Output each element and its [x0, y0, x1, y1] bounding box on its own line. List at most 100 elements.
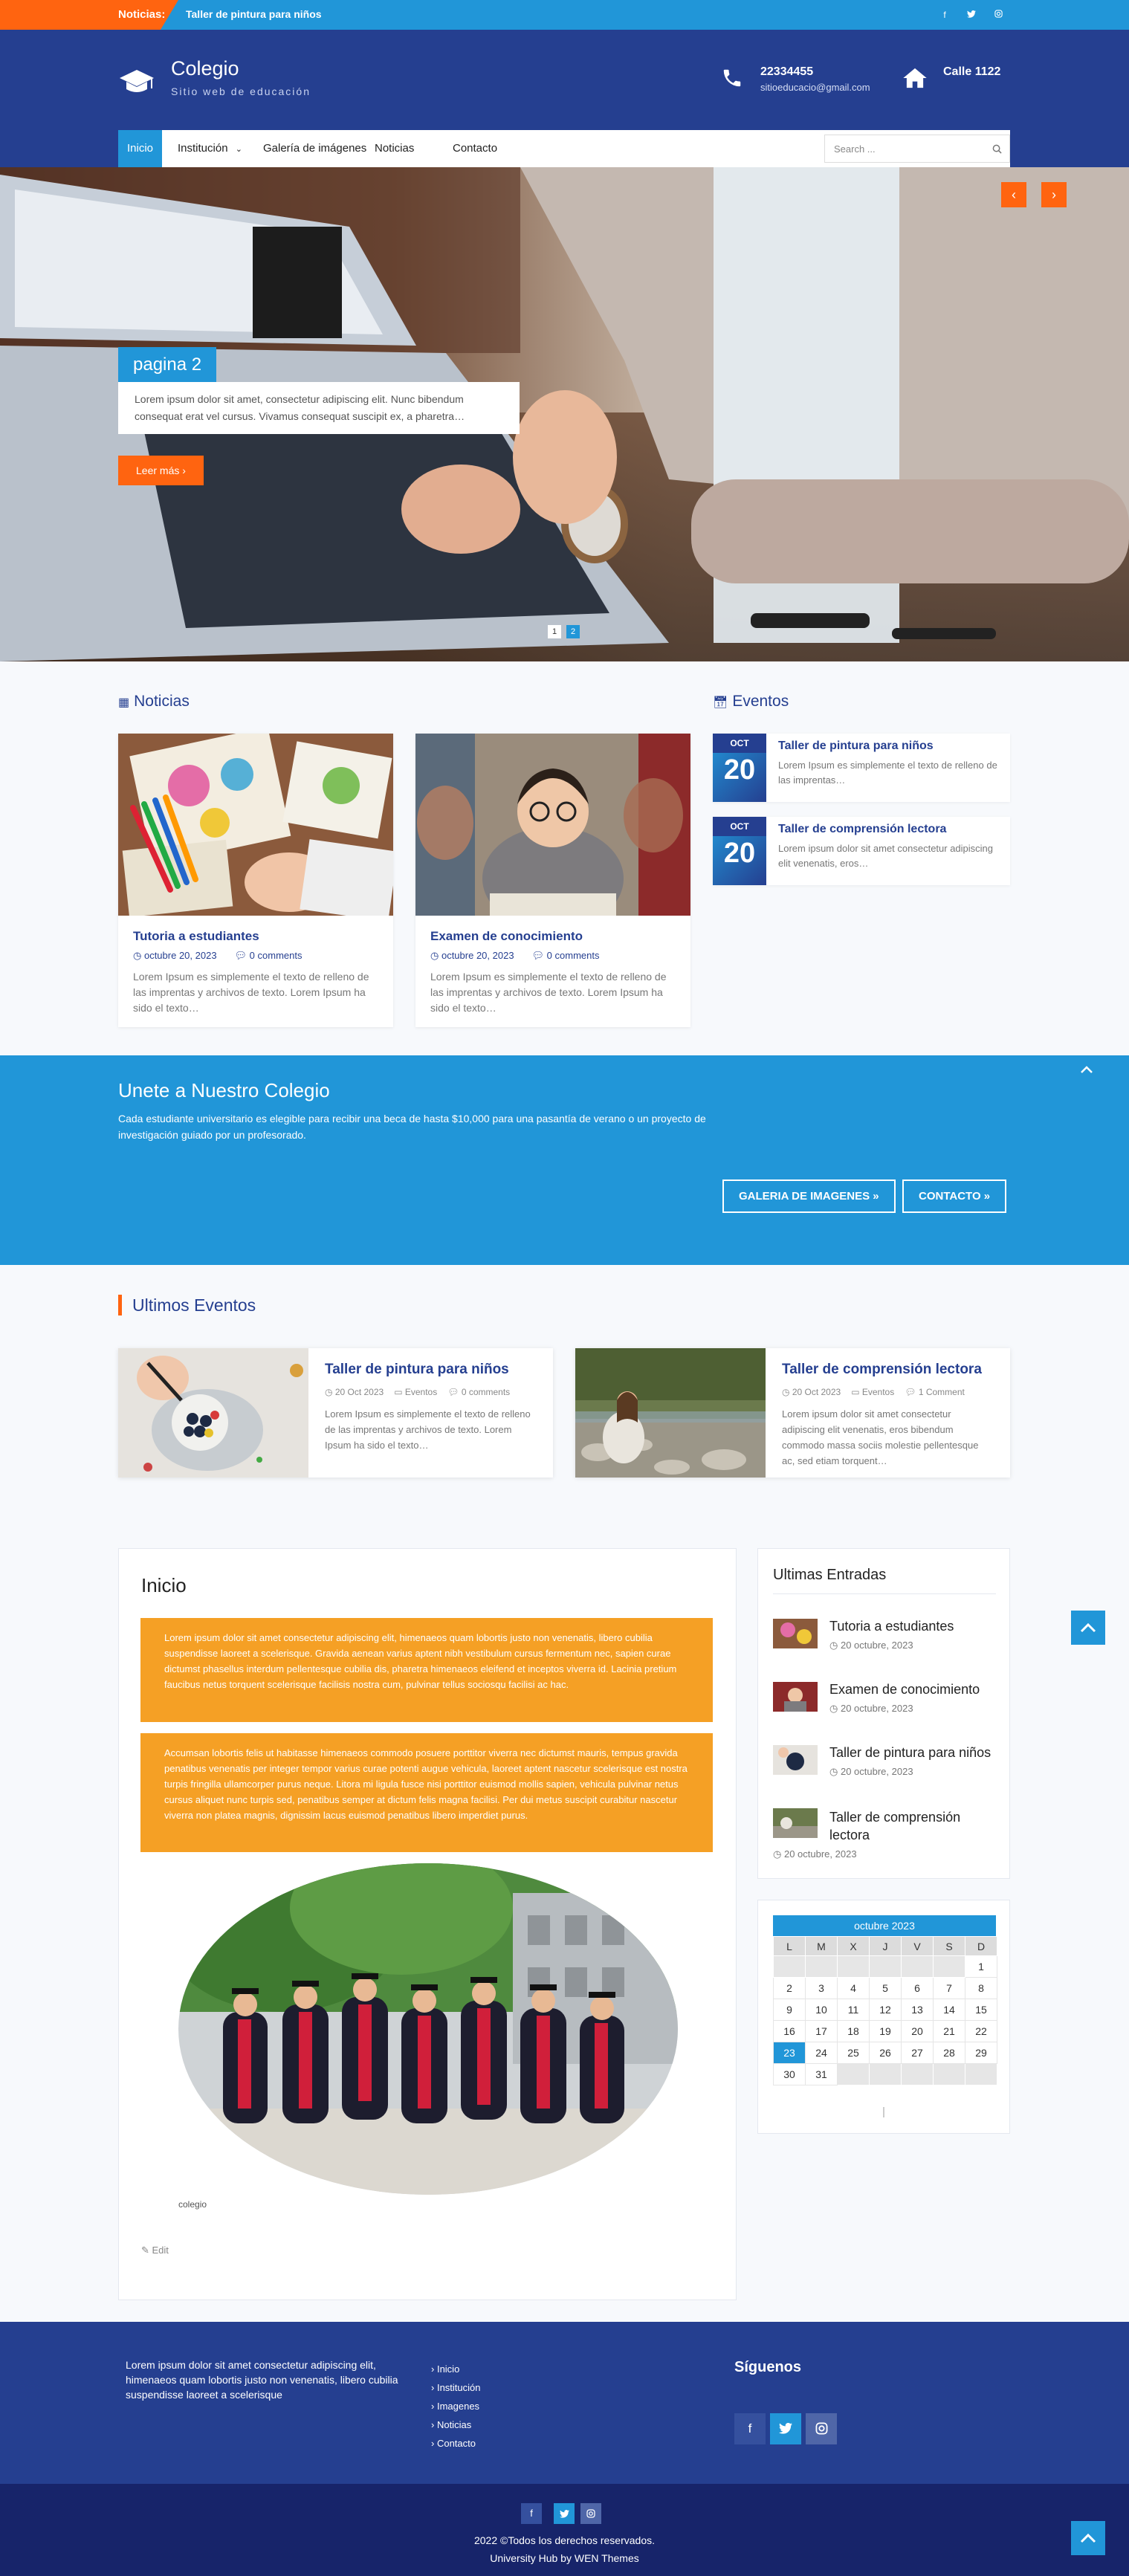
twitter-icon[interactable] — [770, 2413, 801, 2444]
calendar-day[interactable]: 15 — [965, 1999, 997, 2021]
edit-link[interactable]: ✎ Edit — [141, 2245, 169, 2256]
nav-item-institucion[interactable]: Institución ⌄ — [169, 130, 251, 167]
footer-link-noticias[interactable]: › Noticias — [431, 2419, 471, 2430]
event-title[interactable]: Taller de pintura para niños — [325, 1362, 509, 1378]
slider-next-button[interactable]: › — [1041, 182, 1067, 207]
nav-item-inicio[interactable]: Inicio — [118, 130, 163, 167]
calendar-day[interactable]: 24 — [805, 2042, 838, 2064]
event-title[interactable]: Taller de comprensión lectora — [778, 823, 946, 836]
news-date[interactable]: octubre 20, 2023 — [441, 950, 514, 961]
calendar-day[interactable]: 28 — [933, 2042, 965, 2064]
calendar-day[interactable]: 21 — [933, 2020, 965, 2042]
news-title[interactable]: Examen de conocimiento — [430, 929, 583, 943]
news-title[interactable]: Tutoria a estudiantes — [133, 929, 259, 943]
entry-title[interactable]: Taller de pintura para niños — [829, 1745, 991, 1761]
calendar-day[interactable]: 16 — [773, 2020, 806, 2042]
nav-item-contacto[interactable]: Contacto — [444, 130, 506, 167]
read-more-button[interactable]: Leer más › — [118, 456, 204, 485]
calendar-day[interactable]: 26 — [869, 2042, 902, 2064]
calendar-day[interactable]: 30 — [773, 2063, 806, 2085]
calendar-day[interactable]: 31 — [805, 2063, 838, 2085]
event-date[interactable]: 20 Oct 2023 — [792, 1387, 841, 1397]
calendar-day[interactable]: 12 — [869, 1999, 902, 2021]
footer-link-inicio[interactable]: › Inicio — [431, 2363, 459, 2375]
calendar-day[interactable]: 14 — [933, 1999, 965, 2021]
calendar-day[interactable]: 6 — [901, 1977, 934, 1999]
footer-link-imagenes[interactable]: › Imagenes — [431, 2401, 479, 2412]
entry-item[interactable]: Taller de pintura para niños ◷ 20 octubr… — [773, 1745, 991, 1777]
entry-item[interactable]: Taller de comprensión lectora — [773, 1808, 960, 1842]
event-item[interactable]: OCT 20 Taller de pintura para niños Lorem… — [713, 734, 1010, 802]
instagram-icon[interactable] — [580, 2503, 601, 2524]
calendar-day[interactable]: 5 — [869, 1977, 902, 1999]
email-address[interactable]: sitioeducacio@gmail.com — [760, 82, 870, 93]
news-card[interactable]: Tutoria a estudiantes ◷ octubre 20, 2023… — [118, 726, 398, 1027]
twitter-icon[interactable] — [963, 7, 980, 23]
calendar-day[interactable]: 29 — [965, 2042, 997, 2064]
footer-link-contacto[interactable]: › Contacto — [431, 2438, 476, 2449]
entry-item[interactable]: Tutoria a estudiantes ◷ 20 octubre, 2023 — [773, 1619, 954, 1651]
slider-dot-2[interactable]: 2 — [566, 625, 580, 638]
calendar-day[interactable]: 18 — [837, 2020, 870, 2042]
calendar-day[interactable]: 3 — [805, 1977, 838, 1999]
scroll-top-button[interactable] — [1071, 2521, 1105, 2555]
facebook-icon[interactable]: f — [734, 2413, 766, 2444]
graduation-cap-icon[interactable] — [118, 67, 155, 97]
calendar-day[interactable]: 13 — [901, 1999, 934, 2021]
calendar-day[interactable]: 9 — [773, 1999, 806, 2021]
slider-prev-button[interactable]: ‹ — [1001, 182, 1026, 207]
news-comments[interactable]: 0 comments — [250, 950, 303, 961]
instagram-icon[interactable] — [990, 7, 1006, 23]
entry-title[interactable]: Examen de conocimiento — [829, 1682, 980, 1698]
site-title[interactable]: Colegio — [171, 57, 239, 80]
footer-link-institucion[interactable]: › Institución — [431, 2382, 481, 2393]
news-comments[interactable]: 0 comments — [547, 950, 600, 961]
event-title[interactable]: Taller de comprensión lectora — [782, 1362, 982, 1378]
news-card[interactable]: Examen de conocimiento ◷ octubre 20, 202… — [415, 734, 690, 1027]
entry-title[interactable]: Taller de comprensión lectora — [829, 1808, 1000, 1844]
gallery-button[interactable]: GALERIA DE IMAGENES » — [722, 1179, 896, 1213]
calendar-day[interactable]: 10 — [805, 1999, 838, 2021]
entry-title[interactable]: Tutoria a estudiantes — [829, 1619, 954, 1634]
event-category[interactable]: Eventos — [862, 1387, 894, 1397]
twitter-icon[interactable] — [554, 2503, 575, 2524]
calendar-day[interactable]: 11 — [837, 1999, 870, 2021]
calendar-day[interactable]: 4 — [837, 1977, 870, 1999]
phone-number[interactable]: 22334455 — [760, 65, 813, 79]
calendar-day[interactable]: 1 — [965, 1955, 997, 1978]
calendar-day[interactable]: 2 — [773, 1977, 806, 1999]
calendar-day[interactable]: 7 — [933, 1977, 965, 1999]
calendar-day[interactable]: 17 — [805, 2020, 838, 2042]
nav-item-noticias[interactable]: Noticias — [366, 130, 423, 167]
latest-event-card[interactable]: Taller de comprensión lectora ◷ 20 Oct 2… — [575, 1348, 1010, 1478]
facebook-icon[interactable]: f — [521, 2503, 542, 2524]
latest-event-card[interactable]: Taller de pintura para niños ◷ 20 Oct 20… — [118, 1348, 553, 1478]
event-date[interactable]: 20 Oct 2023 — [335, 1387, 384, 1397]
calendar-day[interactable]: 20 — [901, 2020, 934, 2042]
scroll-top-tab[interactable] — [1065, 1055, 1108, 1084]
calendar-day[interactable]: 22 — [965, 2020, 997, 2042]
slider-dot-1[interactable]: 1 — [548, 625, 561, 638]
calendar-day[interactable]: 27 — [901, 2042, 934, 2064]
calendar-day[interactable]: 19 — [869, 2020, 902, 2042]
contact-button[interactable]: CONTACTO » — [902, 1179, 1007, 1213]
event-item[interactable]: OCT 20 Taller de comprensión lectora Lore… — [713, 817, 1010, 885]
search-icon[interactable] — [992, 144, 1002, 154]
event-title[interactable]: Taller de pintura para niños — [778, 740, 934, 753]
news-date[interactable]: octubre 20, 2023 — [144, 950, 217, 961]
calendar-day[interactable]: 8 — [965, 1977, 997, 1999]
event-comments[interactable]: 0 comments — [462, 1387, 510, 1397]
instagram-icon[interactable] — [806, 2413, 837, 2444]
event-category[interactable]: Eventos — [405, 1387, 437, 1397]
nav-item-galeria[interactable]: Galería de imágenes — [254, 130, 375, 167]
nav-item-label: Institución — [178, 142, 228, 155]
news-ticker-link[interactable]: Taller de pintura para niños — [186, 8, 322, 20]
event-comments[interactable]: 1 Comment — [919, 1387, 965, 1397]
theme-credit[interactable]: University Hub by WEN Themes — [0, 2552, 1129, 2564]
entry-item[interactable]: Examen de conocimiento ◷ 20 octubre, 202… — [773, 1682, 980, 1714]
search-input[interactable]: Search ... — [824, 135, 1010, 163]
calendar-day[interactable]: 23 — [773, 2042, 806, 2064]
facebook-icon[interactable]: f — [936, 7, 953, 23]
scroll-top-button[interactable] — [1071, 1611, 1105, 1645]
calendar-day[interactable]: 25 — [837, 2042, 870, 2064]
